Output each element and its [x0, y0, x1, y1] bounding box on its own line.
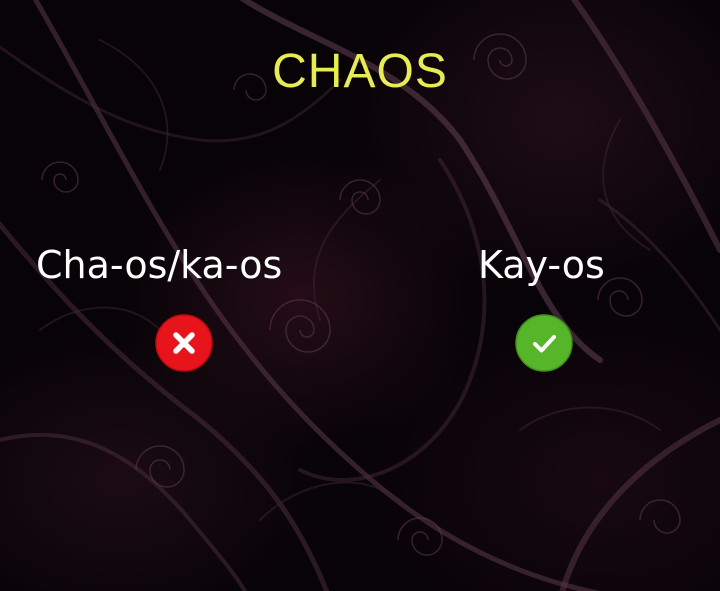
checkmark-icon	[515, 314, 573, 372]
wrong-pronunciation-label: Cha-os/ka-os	[36, 243, 283, 287]
page-title: CHAOS	[272, 45, 448, 98]
right-pronunciation-label: Kay-os	[478, 243, 605, 287]
cross-icon	[155, 314, 213, 372]
meme-image: CHAOS Cha-os/ka-os Kay-os	[0, 0, 720, 591]
